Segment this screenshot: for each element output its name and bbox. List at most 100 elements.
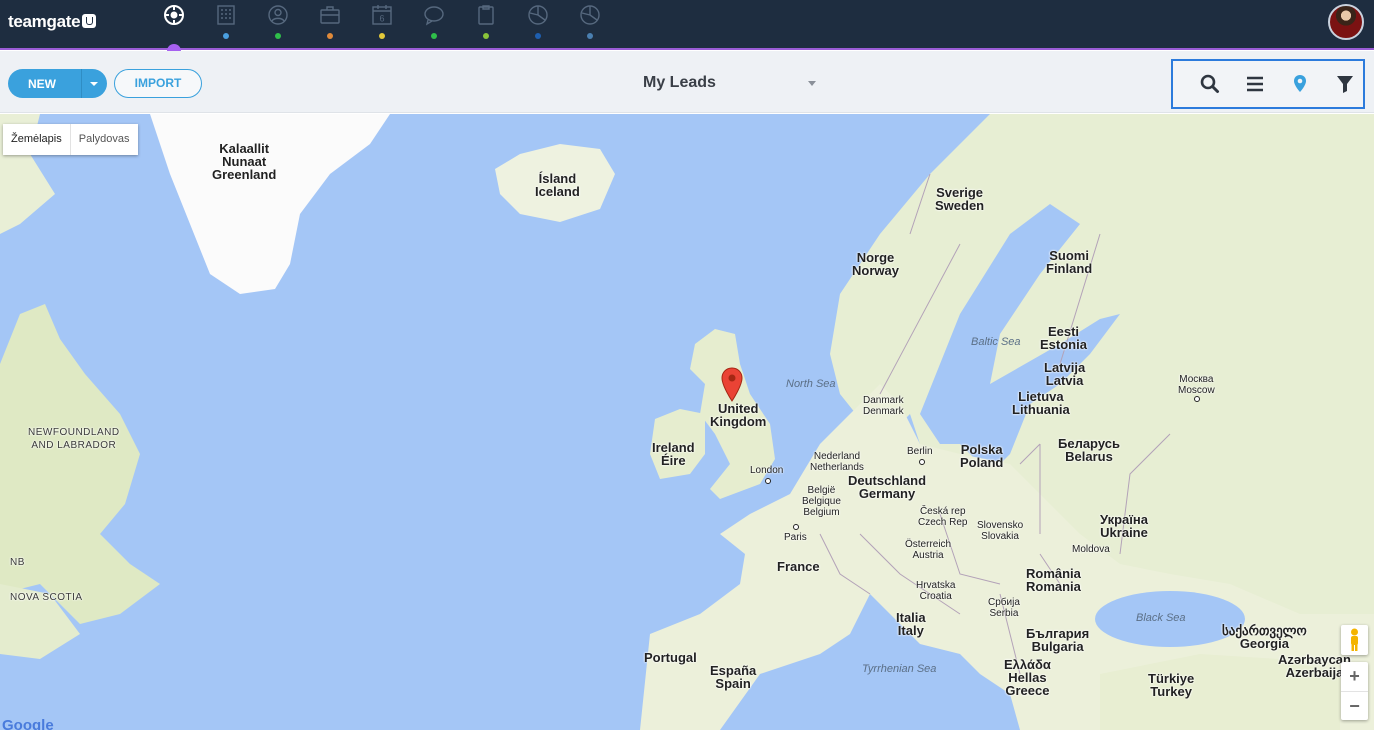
label-nova-scotia: NOVA SCOTIA (10, 592, 83, 603)
nav-companies[interactable] (215, 4, 237, 44)
label-nb: NB (10, 557, 25, 568)
new-button-divider (81, 69, 82, 98)
label-newfoundland: NEWFOUNDLAND AND LABRADOR (28, 427, 120, 451)
map-type-satellite-button[interactable]: Palydovas (69, 124, 138, 155)
city-marker-london (765, 478, 771, 484)
people-icon (268, 5, 288, 25)
user-avatar[interactable] (1328, 4, 1364, 40)
street-view-pegman-icon[interactable] (1341, 625, 1368, 655)
label-poland: Polska Poland (960, 442, 1004, 470)
lead-marker-pin-icon[interactable] (720, 367, 744, 403)
nav-calendar[interactable]: 6 (371, 4, 393, 44)
label-paris: Paris (784, 532, 807, 543)
label-berlin: Berlin (907, 446, 933, 457)
calendar-icon: 6 (372, 5, 392, 25)
google-logo[interactable]: Google (2, 717, 54, 730)
label-sweden: Sverige Sweden (935, 185, 985, 213)
city-marker-moscow (1194, 396, 1200, 402)
view-selector-chevron-icon[interactable] (808, 81, 816, 86)
leads-map[interactable]: Žemėlapis Palydovas Kalaallit Nunaat Green… (0, 114, 1374, 730)
label-france: France (777, 559, 820, 574)
label-north-sea: North Sea (786, 378, 836, 390)
nav-messages[interactable] (423, 4, 445, 44)
city-marker-paris (793, 524, 799, 530)
nav-accent-line (0, 48, 1374, 50)
pegman-figure-icon (1351, 628, 1358, 651)
leads-toolbar: NEW IMPORT My Leads (0, 51, 1374, 113)
calendar-status-dot (379, 33, 385, 39)
nav-insights[interactable] (579, 4, 601, 44)
label-germany: Deutschland Germany (848, 473, 927, 501)
label-ireland: Ireland Éire (652, 440, 695, 468)
label-baltic-sea: Baltic Sea (971, 336, 1021, 348)
label-iceland: Ísland Iceland (535, 171, 580, 199)
documents-icon (478, 5, 494, 25)
map-type-roadmap-button[interactable]: Žemėlapis (3, 124, 70, 155)
nav-documents[interactable] (475, 4, 497, 44)
reports-icon (528, 5, 548, 25)
map-canvas[interactable] (0, 114, 1374, 730)
label-serbia: Србија Serbia (988, 597, 1020, 619)
label-greenland: Kalaallit Nunaat Greenland (212, 141, 277, 182)
search-icon (1200, 74, 1219, 93)
view-selector-title[interactable]: My Leads (643, 74, 716, 92)
land-greenland (150, 114, 390, 294)
list-view-button[interactable] (1244, 73, 1266, 95)
label-london: London (750, 465, 784, 476)
filter-icon (1337, 76, 1353, 93)
label-estonia: Eesti Estonia (1040, 324, 1087, 352)
import-button[interactable]: IMPORT (114, 69, 202, 98)
map-type-control: Žemėlapis Palydovas (3, 124, 138, 155)
view-tools-group (1171, 59, 1365, 109)
insights-status-dot (587, 33, 593, 39)
label-black-sea: Black Sea (1136, 612, 1186, 624)
search-button[interactable] (1199, 73, 1221, 95)
nav-deals[interactable] (319, 4, 341, 44)
nav-dashboard[interactable] (163, 4, 185, 44)
deals-icon (320, 6, 340, 24)
calendar-day-number: 6 (379, 14, 384, 24)
label-ukraine: Україна Ukraine (1100, 512, 1149, 540)
nav-people[interactable] (267, 4, 289, 44)
new-button[interactable]: NEW (8, 69, 107, 98)
label-spain: España Spain (710, 663, 757, 691)
label-portugal: Portugal (644, 650, 697, 665)
logo-badge-icon (82, 14, 97, 28)
label-moscow: Москва Moscow (1178, 374, 1215, 396)
label-belgium: België Belgique Belgium (802, 485, 841, 518)
label-netherlands: Nederland Netherlands (810, 451, 864, 473)
filter-button[interactable] (1334, 73, 1356, 95)
label-austria: Österreich Austria (905, 539, 952, 561)
map-pin-icon (1294, 75, 1306, 92)
zoom-in-button[interactable]: + (1341, 662, 1368, 691)
label-denmark: Danmark Denmark (863, 395, 904, 417)
label-romania: România Romania (1026, 566, 1081, 594)
insights-icon (580, 5, 600, 25)
top-navigation-bar: teamgate 6 (0, 0, 1374, 58)
label-georgia: საქართველო Georgia (1222, 623, 1307, 651)
label-united-kingdom: United Kingdom (710, 401, 767, 429)
zoom-control: + − (1341, 662, 1368, 720)
label-greece: Ελλάδα Hellas Greece (1004, 657, 1051, 698)
label-finland: Suomi Finland (1046, 248, 1093, 276)
chevron-down-icon[interactable] (90, 82, 98, 86)
label-bulgaria: България Bulgaria (1026, 626, 1090, 654)
documents-status-dot (483, 33, 489, 39)
city-marker-berlin (919, 459, 925, 465)
companies-icon (217, 5, 235, 25)
label-italy: Italia Italy (896, 610, 926, 638)
teamgate-logo[interactable]: teamgate (8, 12, 97, 32)
label-tyrrhenian-sea: Tyrrhenian Sea (862, 663, 937, 675)
label-norway: Norge Norway (852, 250, 899, 278)
zoom-out-button[interactable]: − (1341, 691, 1368, 720)
map-view-button[interactable] (1289, 73, 1311, 95)
label-moldova: Moldova (1072, 544, 1110, 555)
nav-reports[interactable] (527, 4, 549, 44)
label-slovakia: Slovensko Slovakia (977, 520, 1024, 542)
label-turkey: Türkiye Turkey (1148, 671, 1195, 699)
land-labrador (0, 304, 160, 624)
people-status-dot (275, 33, 281, 39)
dashboard-icon (164, 5, 184, 25)
label-belarus: Беларусь Belarus (1058, 436, 1120, 464)
label-latvia: Latvija Latvia (1044, 360, 1086, 388)
